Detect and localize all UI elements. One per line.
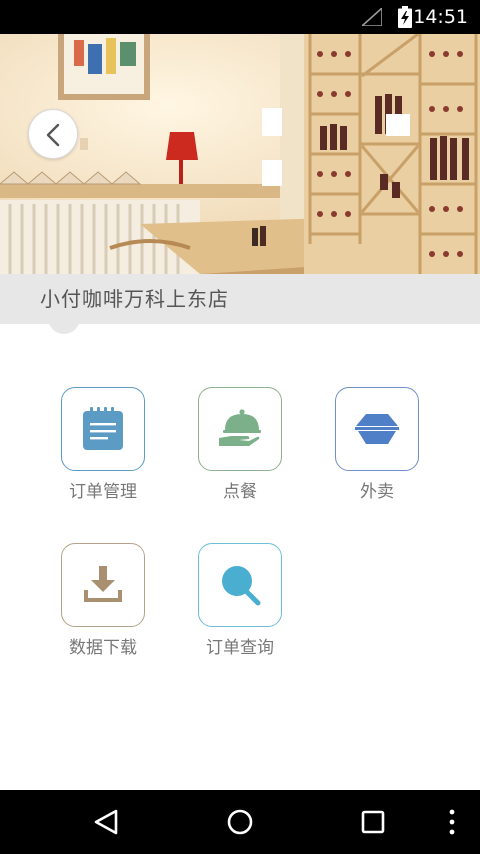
takeaway-button[interactable] bbox=[335, 387, 419, 471]
order-management-button[interactable] bbox=[61, 387, 145, 471]
data-download-button[interactable] bbox=[61, 543, 145, 627]
download-icon bbox=[84, 566, 122, 602]
clock: 14:51 bbox=[413, 6, 468, 28]
store-name: 小付咖啡万科上东店 bbox=[40, 287, 229, 311]
data-download-label: 数据下载 bbox=[69, 638, 137, 658]
takeaway-box-icon bbox=[355, 414, 399, 444]
search-icon bbox=[222, 566, 261, 606]
store-hero-image bbox=[0, 34, 480, 274]
menu-item-order-query[interactable]: 订单查询 bbox=[198, 543, 282, 658]
status-bar: 14:51 bbox=[0, 0, 480, 34]
chevron-left-icon bbox=[46, 123, 60, 147]
order-query-button[interactable] bbox=[198, 543, 282, 627]
order-list-icon bbox=[83, 407, 123, 450]
title-notch bbox=[48, 314, 80, 334]
system-nav-bar bbox=[0, 790, 480, 854]
serving-dish-icon bbox=[219, 409, 261, 446]
signal-icon bbox=[362, 8, 382, 26]
takeaway-label: 外卖 bbox=[360, 482, 394, 502]
menu-item-takeaway[interactable]: 外卖 bbox=[335, 387, 419, 502]
order-food-label: 点餐 bbox=[223, 482, 257, 502]
menu-item-data-download[interactable]: 数据下载 bbox=[61, 543, 145, 658]
order-management-label: 订单管理 bbox=[69, 482, 137, 502]
order-query-label: 订单查询 bbox=[206, 638, 274, 658]
home-circle-icon[interactable] bbox=[215, 790, 265, 854]
store-interior-illustration bbox=[0, 34, 480, 274]
order-food-button[interactable] bbox=[198, 387, 282, 471]
back-button[interactable] bbox=[28, 109, 78, 159]
recents-square-icon[interactable] bbox=[348, 790, 398, 854]
menu-item-order-food[interactable]: 点餐 bbox=[198, 387, 282, 502]
more-vert-icon[interactable] bbox=[440, 790, 464, 854]
menu-item-order-management[interactable]: 订单管理 bbox=[61, 387, 145, 502]
back-triangle-icon[interactable] bbox=[82, 790, 132, 854]
battery-charging-icon bbox=[398, 6, 412, 28]
